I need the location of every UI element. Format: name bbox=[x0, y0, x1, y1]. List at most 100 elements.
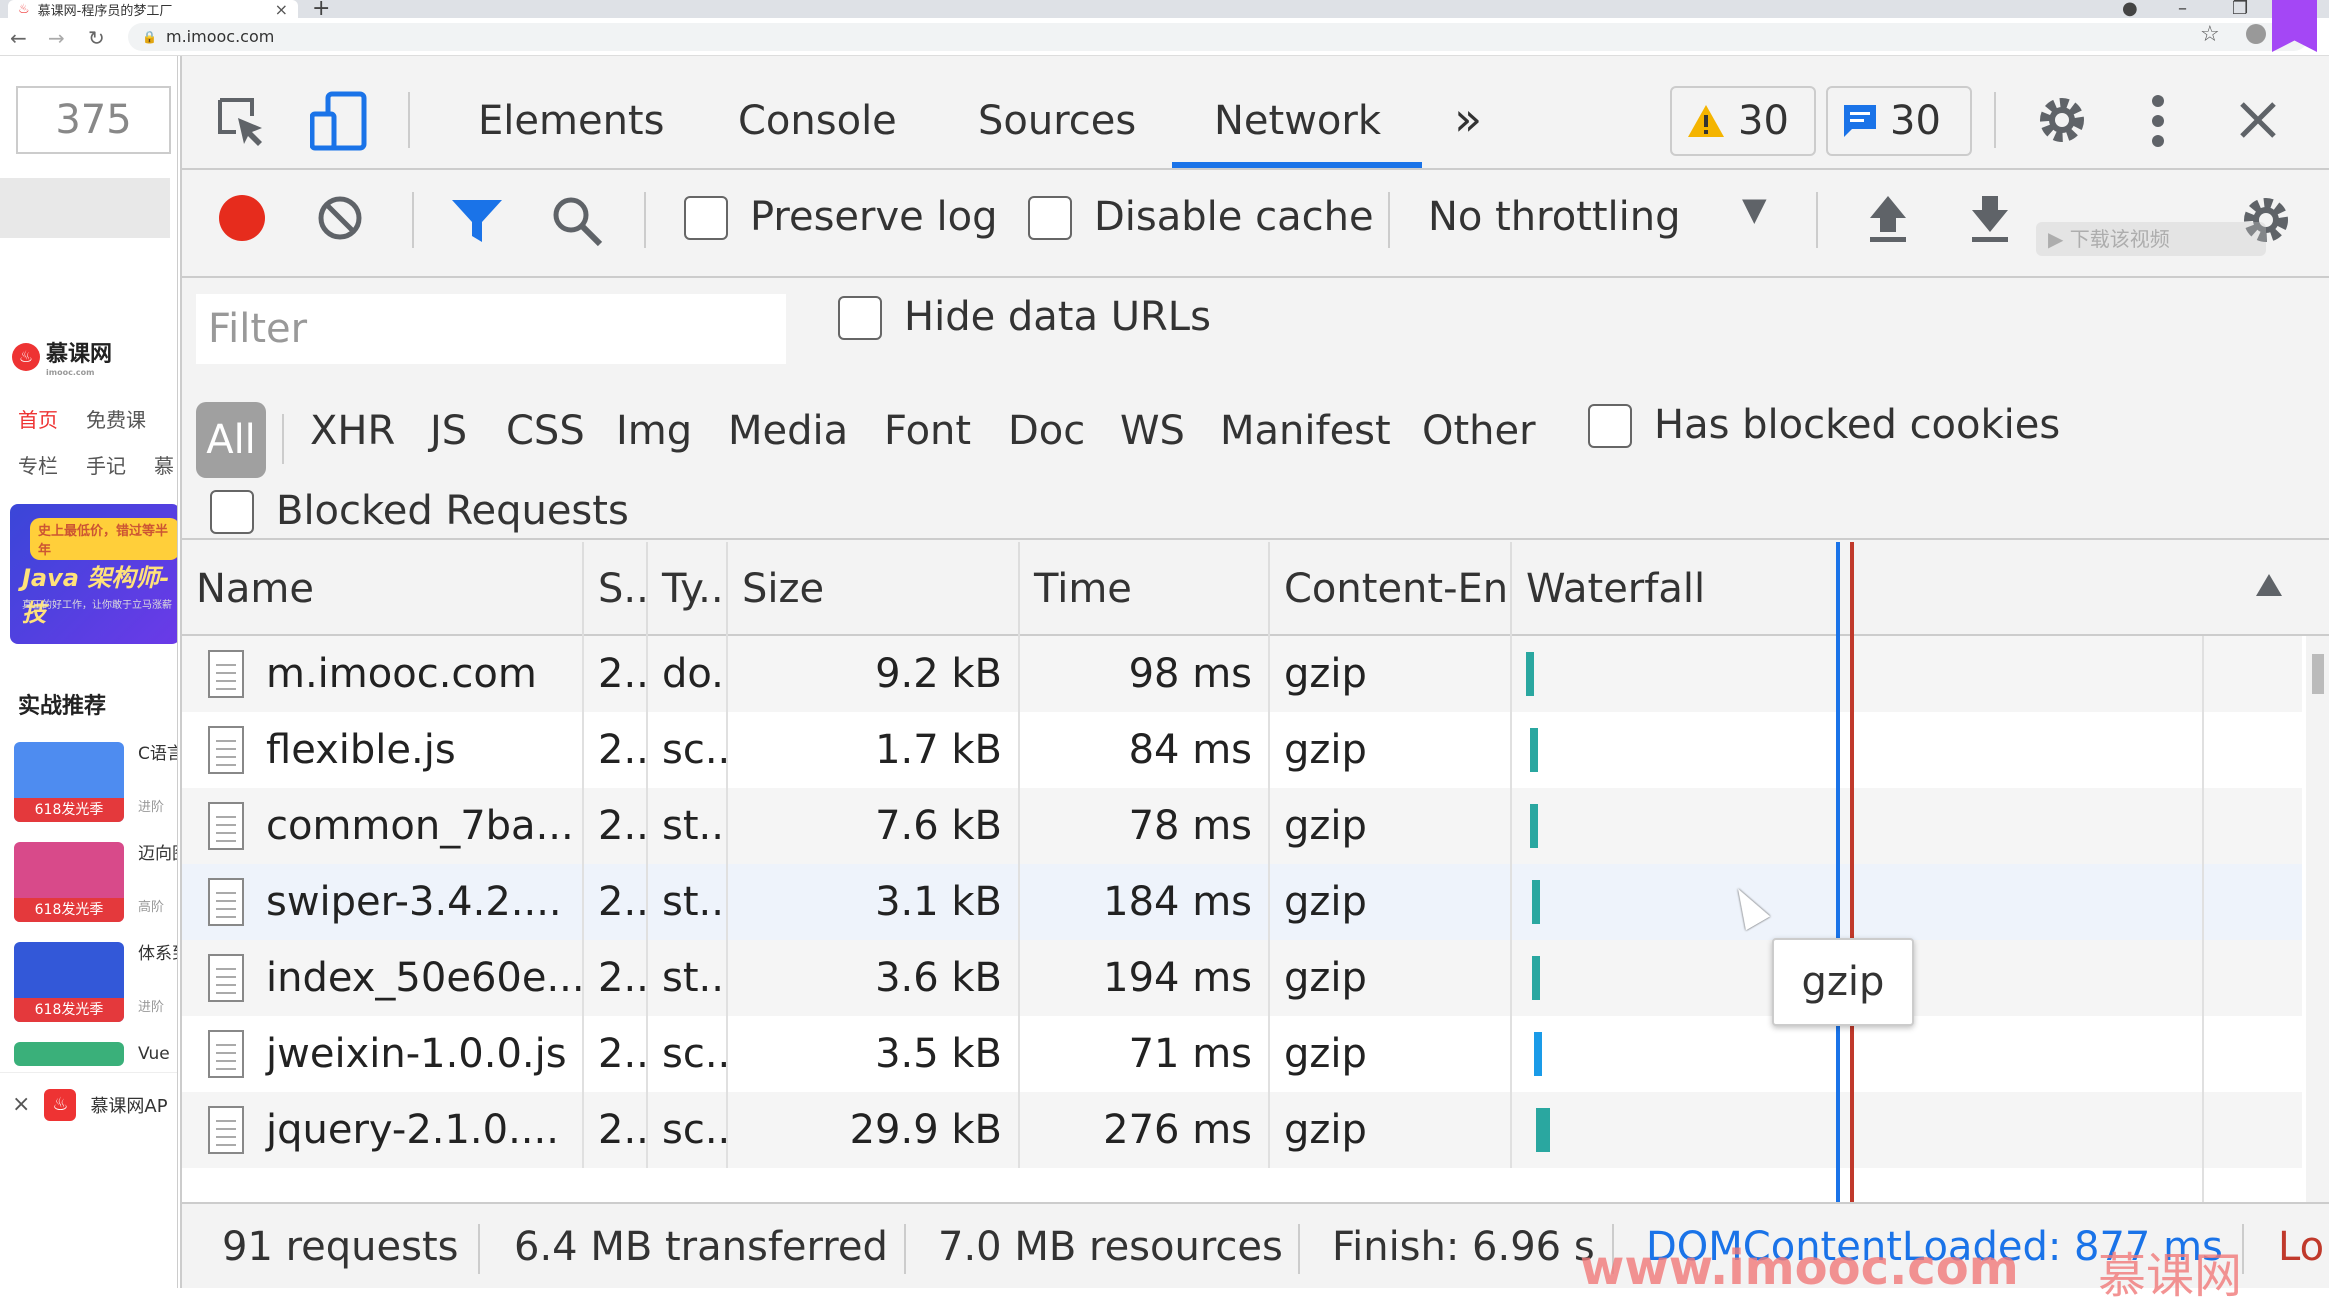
request-row[interactable]: jweixin-1.0.0.js 2...sc...3.5 kB71 msgzip bbox=[182, 1016, 2302, 1092]
app-download-bar[interactable]: × ♨ 慕课网AP bbox=[0, 1072, 177, 1136]
search-icon[interactable] bbox=[550, 194, 604, 248]
request-name[interactable]: common_7ba... bbox=[266, 803, 574, 849]
placeholder-bar bbox=[0, 178, 170, 238]
type-filter-img[interactable]: Img bbox=[616, 408, 692, 454]
close-icon[interactable]: × bbox=[12, 1092, 30, 1117]
request-row[interactable]: index_50e60e...2...st...3.6 kB194 msgzip bbox=[182, 940, 2302, 1016]
table-scrollbar[interactable] bbox=[2306, 636, 2329, 1202]
back-icon[interactable]: ← bbox=[10, 26, 27, 50]
nav-item-notes[interactable]: 手记 bbox=[86, 450, 126, 479]
restore-button[interactable]: ❐ bbox=[2232, 0, 2248, 19]
request-name[interactable]: index_50e60e... bbox=[266, 955, 582, 1001]
banner-subtitle: 真正的好工作，让你敢于立马涨薪 bbox=[22, 600, 172, 611]
hide-data-urls-checkbox[interactable] bbox=[838, 296, 882, 340]
tab-console[interactable]: Console bbox=[738, 98, 897, 144]
promo-banner[interactable]: 史上最低价，错过等半年 Java 架构师-技 真正的好工作，让你敢于立马涨薪 bbox=[10, 504, 177, 644]
device-width-input[interactable]: 375 bbox=[16, 86, 171, 154]
column-type[interactable]: Ty... bbox=[648, 542, 728, 636]
domcontentloaded-line bbox=[1836, 542, 1840, 1202]
logo-text: 慕课网 bbox=[46, 342, 113, 367]
course-card[interactable]: 618发光季 C语言你的 进阶 bbox=[14, 742, 177, 822]
cell-status: 2... bbox=[584, 712, 648, 788]
cell-content-encoding: gzip bbox=[1270, 1092, 1512, 1168]
clear-icon[interactable] bbox=[316, 194, 364, 242]
request-row[interactable]: jquery-2.1.0.... 2...sc...29.9 kB276 msgz… bbox=[182, 1092, 2302, 1168]
close-tab-icon[interactable]: × bbox=[275, 0, 288, 19]
type-filter-js[interactable]: JS bbox=[430, 408, 467, 454]
type-filter-ws[interactable]: WS bbox=[1120, 408, 1185, 454]
type-filter-manifest[interactable]: Manifest bbox=[1220, 408, 1391, 454]
request-name[interactable]: flexible.js bbox=[266, 727, 456, 773]
type-filter-other[interactable]: Other bbox=[1422, 408, 1536, 454]
request-name[interactable]: swiper-3.4.2.... bbox=[266, 879, 562, 925]
upload-icon[interactable] bbox=[1866, 194, 1910, 244]
request-name[interactable]: m.imooc.com bbox=[266, 651, 537, 697]
filter-icon[interactable] bbox=[450, 198, 504, 244]
request-name[interactable]: jquery-2.1.0.... bbox=[266, 1107, 559, 1153]
settings-gear-icon[interactable] bbox=[2034, 92, 2090, 148]
record-button[interactable] bbox=[219, 195, 265, 241]
tab-network[interactable]: Network bbox=[1214, 98, 1381, 144]
column-status[interactable]: S... bbox=[584, 542, 648, 636]
type-filter-css[interactable]: CSS bbox=[506, 408, 585, 454]
nav-item-column[interactable]: 专栏 bbox=[18, 450, 58, 479]
column-time[interactable]: Time bbox=[1020, 542, 1270, 636]
filter-bar: Filter Hide data URLs All XHR JS CSS Img… bbox=[182, 280, 2329, 540]
course-card[interactable]: 618发光季 迈向图课 高阶 bbox=[14, 842, 177, 922]
type-filter-media[interactable]: Media bbox=[728, 408, 848, 454]
request-name[interactable]: jweixin-1.0.0.js bbox=[266, 1031, 567, 1077]
more-options-icon[interactable] bbox=[2150, 94, 2166, 148]
column-size[interactable]: Size bbox=[728, 542, 1020, 636]
more-tabs-icon[interactable]: » bbox=[1454, 92, 1482, 146]
cell-status: 2... bbox=[584, 788, 648, 864]
type-filter-all[interactable]: All bbox=[196, 402, 266, 478]
url-field[interactable]: 🔒 m.imooc.com bbox=[128, 23, 2308, 51]
cell-type: do... bbox=[648, 636, 728, 712]
warnings-counter[interactable]: 30 bbox=[1670, 86, 1816, 156]
nav-item-home[interactable]: 首页 bbox=[18, 404, 58, 433]
logo-sub: imooc.com bbox=[46, 368, 95, 377]
profile-avatar[interactable] bbox=[2246, 24, 2266, 44]
document-icon bbox=[208, 954, 244, 1002]
type-filter-doc[interactable]: Doc bbox=[1008, 408, 1085, 454]
app-icon: ♨ bbox=[44, 1088, 77, 1121]
disable-cache-checkbox[interactable] bbox=[1028, 196, 1072, 240]
request-row[interactable]: swiper-3.4.2.... 2...st...3.1 kB184 msgzi… bbox=[182, 864, 2302, 940]
tab-sources[interactable]: Sources bbox=[978, 98, 1136, 144]
request-row[interactable]: flexible.js 2...sc...1.7 kB84 msgzip bbox=[182, 712, 2302, 788]
sort-ascending-icon[interactable] bbox=[2254, 572, 2284, 598]
browser-tab[interactable]: ♨ 慕课网-程序员的梦工厂 × bbox=[8, 0, 298, 19]
has-blocked-cookies-checkbox[interactable] bbox=[1588, 404, 1632, 448]
request-row[interactable]: m.imooc.com 2...do...9.2 kB98 msgzip bbox=[182, 636, 2302, 712]
messages-counter[interactable]: 30 bbox=[1826, 86, 1972, 156]
blocked-requests-checkbox[interactable] bbox=[210, 490, 254, 534]
device-toolbar-icon[interactable] bbox=[310, 90, 370, 152]
load-time: Lo bbox=[2278, 1224, 2325, 1270]
filter-input[interactable]: Filter bbox=[196, 294, 786, 364]
nav-item-free[interactable]: 免费课 bbox=[86, 404, 146, 433]
tab-elements[interactable]: Elements bbox=[478, 98, 664, 144]
throttling-select[interactable]: No throttling bbox=[1428, 194, 1681, 240]
preserve-log-checkbox[interactable] bbox=[684, 196, 728, 240]
inspect-element-icon[interactable] bbox=[216, 96, 268, 148]
type-filter-font[interactable]: Font bbox=[884, 408, 971, 454]
column-content-encoding[interactable]: Content-Encod... bbox=[1270, 542, 1512, 636]
reload-icon[interactable]: ↻ bbox=[88, 26, 105, 50]
site-logo[interactable]: ♨ 慕课网 imooc.com bbox=[12, 336, 112, 377]
cell-status: 2... bbox=[584, 864, 648, 940]
document-icon bbox=[208, 802, 244, 850]
scroll-thumb[interactable] bbox=[2312, 654, 2324, 694]
forward-icon[interactable]: → bbox=[48, 26, 65, 50]
course-card[interactable]: Vue bbox=[14, 1042, 177, 1066]
chevron-down-icon[interactable]: ▼ bbox=[1742, 190, 1767, 228]
bookmark-star-icon[interactable]: ☆ bbox=[2200, 22, 2220, 47]
minimize-button[interactable]: – bbox=[2178, 0, 2187, 19]
close-devtools-icon[interactable] bbox=[2238, 100, 2278, 140]
download-icon[interactable] bbox=[1968, 194, 2012, 244]
column-name[interactable]: Name bbox=[182, 542, 584, 636]
course-card[interactable]: 618发光季 体系到精 进阶 bbox=[14, 942, 177, 1022]
column-waterfall[interactable]: Waterfall bbox=[1512, 542, 2329, 636]
nav-item-more[interactable]: 慕 bbox=[154, 450, 174, 479]
type-filter-xhr[interactable]: XHR bbox=[310, 408, 395, 454]
request-row[interactable]: common_7ba...2...st...7.6 kB78 msgzip bbox=[182, 788, 2302, 864]
